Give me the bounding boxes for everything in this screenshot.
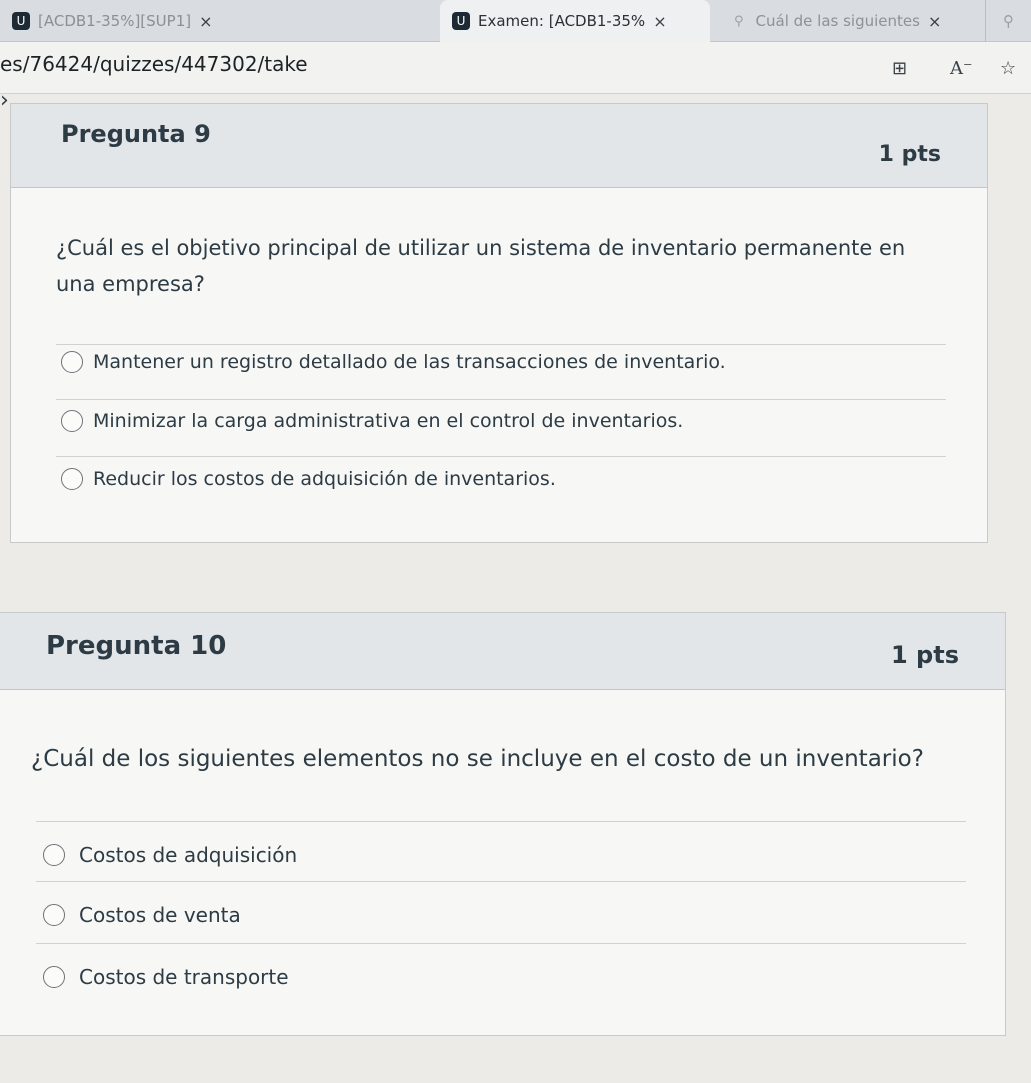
question-points: 1 pts [891, 641, 959, 669]
search-icon: ⚲ [734, 13, 744, 29]
radio-button[interactable] [61, 410, 83, 432]
radio-button[interactable] [43, 904, 65, 926]
radio-button[interactable] [43, 966, 65, 988]
browser-tab-search[interactable]: ⚲ Cuál de las siguientes × [720, 0, 985, 42]
question-card: Pregunta 9 1 pts ¿Cuál es el objetivo pr… [10, 103, 988, 543]
question-title: Pregunta 10 [46, 631, 227, 661]
tab-label: Cuál de las siguientes [755, 12, 920, 30]
question-header: Pregunta 10 1 pts [0, 613, 1005, 690]
answer-label: Mantener un registro detallado de las tr… [93, 351, 726, 373]
question-header: Pregunta 9 1 pts [11, 104, 987, 188]
question-points: 1 pts [878, 142, 941, 167]
answer-label: Costos de adquisición [79, 843, 298, 867]
answer-label: Reducir los costos de adquisición de inv… [93, 468, 556, 490]
question-card: Pregunta 10 1 pts ¿Cuál de los siguiente… [0, 612, 1006, 1036]
address-bar: es/76424/quizzes/447302/take ⊞ A⁻ ☆ [0, 42, 1031, 94]
browser-tab-prev[interactable]: U [ACDB1-35%][SUP1] × [0, 0, 430, 42]
tab-label: Examen: [ACDB1-35% [478, 12, 646, 30]
favorite-star-icon[interactable]: ☆ [1000, 58, 1016, 79]
close-tab-icon[interactable]: × [199, 12, 212, 31]
question-text: ¿Cuál de los siguientes elementos no se … [31, 746, 924, 772]
close-tab-icon[interactable]: × [653, 12, 666, 31]
divider [36, 943, 966, 944]
browser-tab-search-2[interactable]: ⚲ [985, 0, 1031, 42]
url-field[interactable]: es/76424/quizzes/447302/take [0, 52, 308, 76]
browser-tab-active[interactable]: U Examen: [ACDB1-35% × [440, 0, 710, 42]
radio-button[interactable] [61, 351, 83, 373]
answer-label: Costos de venta [79, 903, 241, 927]
question-text: ¿Cuál es el objetivo principal de utiliz… [56, 236, 906, 296]
question-title: Pregunta 9 [61, 120, 211, 148]
answer-option[interactable]: Minimizar la carga administrativa en el … [61, 410, 683, 432]
browser-tab-strip: U [ACDB1-35%][SUP1] × U Examen: [ACDB1-3… [0, 0, 1031, 42]
canvas-favicon-icon: U [12, 12, 30, 30]
read-aloud-icon[interactable]: A⁻ [950, 58, 973, 79]
search-icon: ⚲ [1003, 12, 1014, 30]
answer-option[interactable]: Reducir los costos de adquisición de inv… [61, 468, 556, 490]
apps-grid-icon[interactable]: ⊞ [892, 58, 907, 79]
close-tab-icon[interactable]: × [928, 12, 941, 31]
answer-option[interactable]: Costos de adquisición [43, 843, 297, 867]
radio-button[interactable] [43, 844, 65, 866]
divider [56, 456, 946, 457]
answer-option[interactable]: Costos de venta [43, 903, 241, 927]
answer-label: Costos de transporte [79, 965, 289, 989]
answer-option[interactable]: Mantener un registro detallado de las tr… [61, 351, 726, 373]
tab-label: [ACDB1-35%][SUP1] [38, 12, 192, 30]
divider [36, 881, 966, 882]
canvas-favicon-icon: U [452, 12, 470, 30]
divider [56, 344, 946, 345]
divider [36, 821, 966, 822]
answer-option[interactable]: Costos de transporte [43, 965, 289, 989]
collapse-chevron-icon[interactable]: › [0, 88, 9, 113]
answer-label: Minimizar la carga administrativa en el … [93, 410, 684, 432]
divider [56, 399, 946, 400]
radio-button[interactable] [61, 468, 83, 490]
